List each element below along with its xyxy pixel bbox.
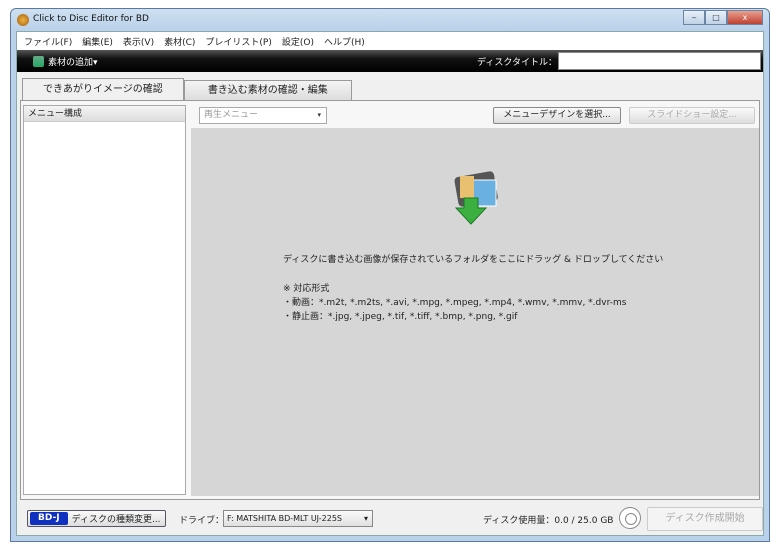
window-title: Click to Disc Editor for BD	[33, 14, 149, 24]
disc-title-input[interactable]	[558, 52, 761, 70]
menu-help[interactable]: ヘルプ(H)	[319, 35, 370, 48]
menu-edit[interactable]: 編集(E)	[77, 35, 118, 48]
menu-settings[interactable]: 設定(O)	[277, 35, 319, 48]
tab-preview[interactable]: できあがりイメージの確認	[22, 78, 184, 100]
app-window: Click to Disc Editor for BD ‒ □ x ファイル(F…	[10, 8, 770, 542]
status-bar: BD-J ディスクの種類変更... ドライブ： F: MATSHITA BD-M…	[17, 502, 763, 536]
select-menu-design-button[interactable]: メニューデザインを選択...	[493, 107, 621, 124]
app-icon	[17, 14, 29, 26]
drive-select[interactable]: F: MATSHITA BD-MLT UJ-225S ▾	[223, 510, 373, 527]
disc-type-badge: BD-J	[30, 512, 68, 525]
add-material-icon	[33, 55, 44, 67]
menu-view[interactable]: 表示(V)	[118, 35, 159, 48]
add-material-label: 素材の追加▾	[48, 57, 98, 68]
tab-panel: メニュー構成 再生メニュー ▾ メニューデザインを選択... スライドショー設定.…	[20, 100, 760, 500]
drop-folder-icon	[454, 171, 498, 225]
still-formats: ・静止画：*.jpg, *.jpeg, *.tif, *.tiff, *.bmp…	[283, 312, 518, 322]
menu-structure-header: メニュー構成	[24, 106, 185, 122]
menu-material[interactable]: 素材(C)	[159, 35, 200, 48]
disc-usage: ディスク使用量：0.0 / 25.0 GB	[483, 516, 614, 526]
disc-title-label: ディスクタイトル：	[476, 58, 557, 68]
title-bar: Click to Disc Editor for BD ‒ □ x	[11, 9, 769, 31]
close-button[interactable]: x	[727, 10, 763, 25]
menu-playlist[interactable]: プレイリスト(P)	[200, 35, 276, 48]
drive-label: ドライブ：	[179, 516, 225, 526]
maximize-button[interactable]: □	[705, 10, 727, 25]
formats-title: ※ 対応形式	[283, 284, 330, 294]
chevron-down-icon: ▾	[363, 514, 368, 523]
main-toolbar: 素材の追加▾ ディスクタイトル：	[17, 50, 763, 72]
drop-instruction: ディスクに書き込む画像が保存されているフォルダをここにドラッグ & ドロップして…	[283, 255, 664, 265]
tab-edit-materials[interactable]: 書き込む素材の確認・編集	[183, 80, 352, 100]
change-disc-type-label: ディスクの種類変更...	[71, 515, 161, 525]
client-area: ファイル(F) 編集(E) 表示(V) 素材(C) プレイリスト(P) 設定(O…	[16, 31, 764, 536]
menu-file[interactable]: ファイル(F)	[19, 35, 77, 48]
menu-select[interactable]: 再生メニュー ▾	[199, 107, 327, 124]
slideshow-settings-button[interactable]: スライドショー設定...	[629, 107, 755, 124]
minimize-button[interactable]: ‒	[683, 10, 705, 25]
drive-value: F: MATSHITA BD-MLT UJ-225S	[227, 514, 342, 523]
menu-bar: ファイル(F) 編集(E) 表示(V) 素材(C) プレイリスト(P) 設定(O…	[17, 32, 763, 50]
menu-select-value: 再生メニュー	[204, 110, 259, 120]
add-material-button[interactable]: 素材の追加▾	[33, 55, 98, 68]
video-formats: ・動画：*.m2t, *.m2ts, *.avi, *.mpg, *.mpeg,…	[283, 298, 627, 308]
change-disc-type-button[interactable]: BD-J ディスクの種類変更...	[27, 510, 166, 527]
disc-icon	[619, 507, 641, 529]
menu-structure-pane[interactable]: メニュー構成	[23, 105, 186, 495]
preview-toolbar: 再生メニュー ▾ メニューデザインを選択... スライドショー設定...	[191, 105, 757, 127]
start-disc-creation-button[interactable]: ディスク作成開始	[647, 507, 763, 531]
drop-area[interactable]: ディスクに書き込む画像が保存されているフォルダをここにドラッグ & ドロップして…	[191, 128, 759, 496]
chevron-down-icon: ▾	[317, 111, 321, 119]
